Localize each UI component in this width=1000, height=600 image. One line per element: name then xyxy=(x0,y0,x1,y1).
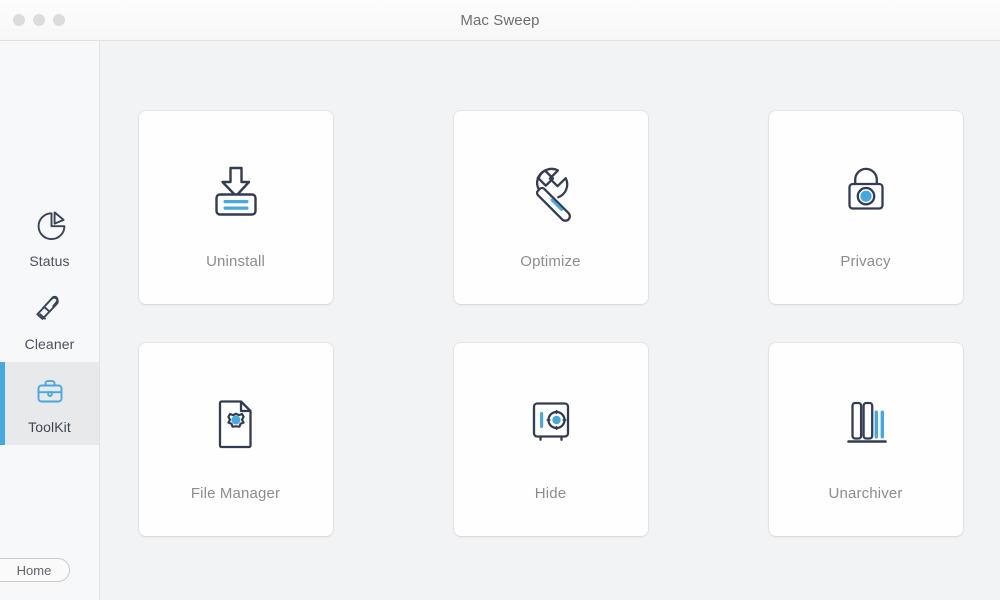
tool-card-label: Unarchiver xyxy=(828,485,903,502)
brush-icon xyxy=(35,295,59,320)
document-gear-icon xyxy=(218,400,252,449)
minimize-button[interactable] xyxy=(33,14,45,26)
sidebar-item-label: ToolKit xyxy=(28,419,71,435)
toolkit-content: Uninstall Optimize Privacy File Manager … xyxy=(100,41,1000,600)
zoom-button[interactable] xyxy=(53,14,65,26)
wrench-icon xyxy=(535,167,571,222)
uninstall-download-icon xyxy=(214,166,257,216)
tool-grid: Uninstall Optimize Privacy File Manager … xyxy=(138,111,963,536)
home-button-label: Home xyxy=(16,562,52,578)
tool-card-unarchiver[interactable]: Unarchiver xyxy=(768,343,963,536)
safe-vault-icon xyxy=(532,402,569,441)
sidebar-item-toolkit[interactable]: ToolKit xyxy=(0,362,99,445)
archive-bars-icon xyxy=(846,401,887,443)
padlock-icon xyxy=(847,167,884,210)
window-title: Mac Sweep xyxy=(460,11,540,29)
home-button[interactable]: Home xyxy=(0,558,70,582)
sidebar-item-status[interactable]: Status xyxy=(0,196,99,279)
sidebar-item-cleaner[interactable]: Cleaner xyxy=(0,279,99,362)
pie-chart-icon xyxy=(37,211,65,241)
tool-card-label: Optimize xyxy=(520,253,581,270)
tool-card-file-manager[interactable]: File Manager xyxy=(138,343,333,536)
tool-card-privacy[interactable]: Privacy xyxy=(768,111,963,304)
tool-card-label: Privacy xyxy=(840,253,891,270)
sidebar-item-label: Cleaner xyxy=(24,336,75,352)
window-body: Status Cleaner ToolKit Home Uninstall Op… xyxy=(0,41,1000,600)
tool-card-hide[interactable]: Hide xyxy=(453,343,648,536)
toolbox-icon xyxy=(37,380,62,403)
tool-card-uninstall[interactable]: Uninstall xyxy=(138,111,333,304)
sidebar: Status Cleaner ToolKit Home xyxy=(0,41,100,600)
app-window: Mac Sweep Status Cleaner ToolKit Home Un… xyxy=(0,0,1000,600)
tool-card-label: File Manager xyxy=(190,485,281,502)
tool-card-optimize[interactable]: Optimize xyxy=(453,111,648,304)
close-button[interactable] xyxy=(13,14,25,26)
tool-card-label: Uninstall xyxy=(206,253,265,270)
sidebar-nav: Status Cleaner ToolKit xyxy=(0,196,99,445)
title-bar: Mac Sweep xyxy=(0,0,1000,41)
tool-card-label: Hide xyxy=(534,485,567,502)
traffic-light-group xyxy=(13,14,65,26)
sidebar-item-label: Status xyxy=(29,253,70,269)
